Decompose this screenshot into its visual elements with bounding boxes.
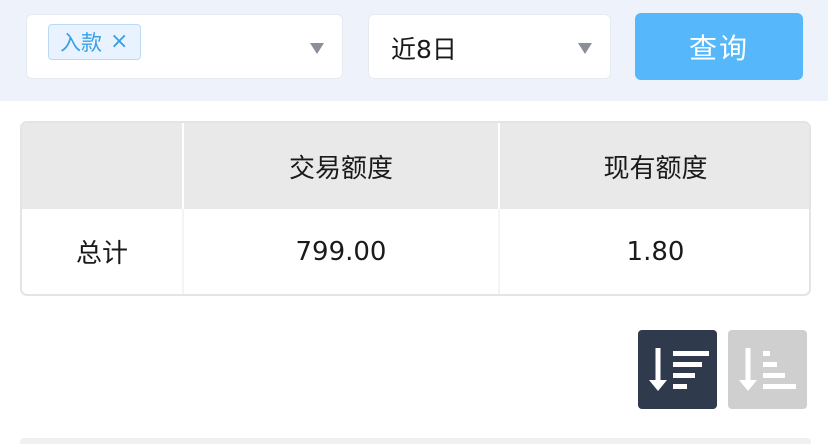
summary-header-row: 交易额度 现有额度 bbox=[22, 123, 809, 209]
total-row-label: 总计 bbox=[75, 239, 128, 269]
chevron-down-icon[interactable] bbox=[310, 43, 324, 54]
sort-descending-icon bbox=[649, 348, 709, 391]
type-tag[interactable]: 入款 × bbox=[48, 24, 142, 60]
sort-ascending-button[interactable] bbox=[728, 330, 807, 409]
sort-descending-button[interactable] bbox=[638, 330, 717, 409]
chevron-down-icon[interactable] bbox=[578, 43, 592, 54]
header-transaction-amount: 交易额度 bbox=[288, 153, 393, 184]
header-current-amount: 现有额度 bbox=[603, 153, 708, 184]
total-current-amount: 1.80 bbox=[626, 236, 685, 267]
filter-bar: 入款 × 近8日 查询 bbox=[0, 0, 828, 101]
total-transaction-amount: 799.00 bbox=[295, 236, 387, 267]
header-empty-cell bbox=[22, 123, 182, 209]
query-button[interactable]: 查询 bbox=[635, 13, 803, 80]
sort-ascending-icon bbox=[739, 348, 796, 391]
list-top-edge bbox=[20, 438, 811, 444]
summary-table: 交易额度 现有额度 总计 799.00 1.80 bbox=[20, 121, 811, 296]
type-tag-label: 入款 bbox=[60, 31, 102, 55]
tag-close-icon[interactable]: × bbox=[110, 31, 128, 53]
date-range-value: 近8日 bbox=[391, 35, 457, 64]
date-range-select[interactable]: 近8日 bbox=[368, 14, 611, 79]
transaction-type-select[interactable]: 入款 × bbox=[26, 14, 343, 79]
